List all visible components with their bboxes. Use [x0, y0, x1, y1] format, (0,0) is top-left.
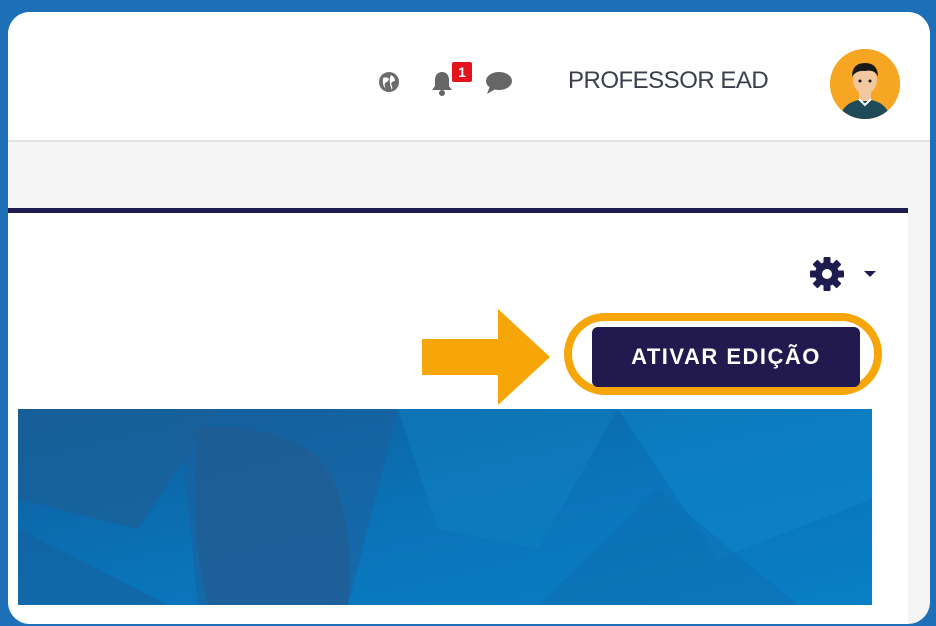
enable-editing-button[interactable]: ATIVAR EDIÇÃO — [592, 327, 860, 387]
chat-icon[interactable] — [484, 70, 514, 96]
notifications-button[interactable]: 1 — [428, 62, 472, 100]
globe-icon[interactable] — [378, 71, 400, 93]
arrow-right-icon — [422, 309, 550, 405]
notification-count-badge: 1 — [452, 62, 472, 82]
top-navbar: 1 PROFESSOR EAD — [8, 12, 930, 142]
user-avatar[interactable] — [830, 49, 900, 119]
app-window: 1 PROFESSOR EAD ATIVAR EDIÇÃO — [8, 12, 930, 624]
course-content: ATIVAR EDIÇÃO — [8, 208, 908, 624]
user-name[interactable]: PROFESSOR EAD — [568, 67, 769, 95]
chevron-down-icon — [864, 271, 876, 277]
settings-menu[interactable] — [808, 255, 878, 291]
course-banner-image — [18, 409, 872, 605]
avatar-icon — [830, 49, 900, 119]
gear-icon — [810, 257, 844, 291]
